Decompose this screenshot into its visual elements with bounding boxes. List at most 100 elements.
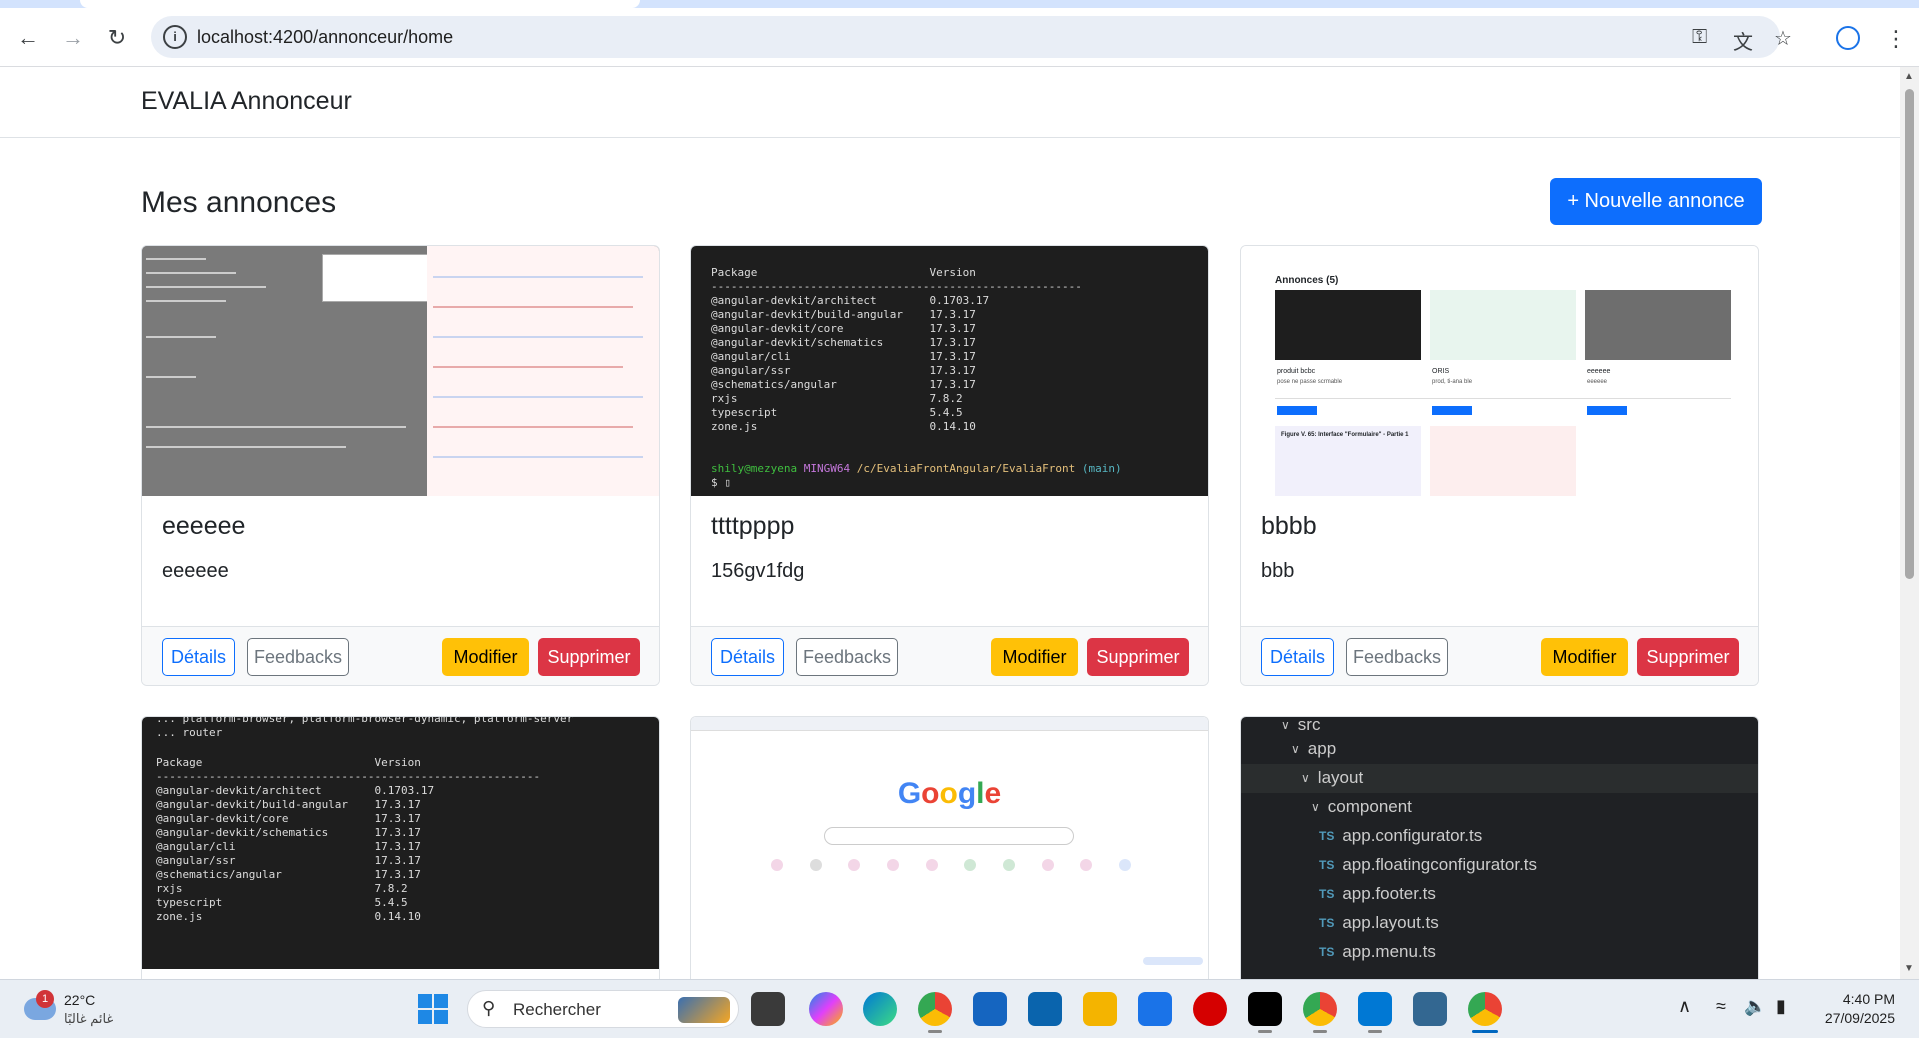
page-scrollbar[interactable]: ▲ ▼ (1900, 67, 1919, 979)
details-button[interactable]: Détails (711, 638, 784, 676)
tree-file[interactable]: TS app.footer.ts (1319, 884, 1436, 904)
notification-badge: 1 (36, 990, 54, 1008)
shortcut-icon (1080, 859, 1093, 871)
shortcut-icon (925, 859, 938, 871)
chrome-active-icon[interactable] (1468, 992, 1502, 1026)
shortcut-icon (1041, 859, 1054, 871)
modify-button[interactable]: Modifier (442, 638, 529, 676)
terminal-row: @angular/ssr 17.3.17 (711, 364, 976, 377)
star-icon[interactable]: ☆ (1774, 26, 1792, 51)
typescript-icon: TS (1319, 945, 1335, 959)
chrome-icon[interactable] (918, 992, 952, 1026)
weather-widget[interactable]: 1 22°C غائم غالبًا (20, 990, 140, 1030)
terminal-row: @angular-devkit/architect 0.1703.17 (711, 294, 990, 307)
card-text: bbb (1261, 560, 1295, 582)
kebab-menu-icon[interactable]: ⋮ (1885, 26, 1907, 52)
forward-icon[interactable]: → (57, 22, 89, 54)
details-button[interactable]: Détails (1261, 638, 1334, 676)
brand[interactable]: EVALIA Annonceur (141, 87, 352, 116)
profile-icon[interactable] (1836, 26, 1860, 50)
mini-thumb (1275, 290, 1421, 360)
announcement-card: Google (690, 716, 1209, 979)
delete-button[interactable]: Supprimer (538, 638, 640, 676)
google-logo-letter: G (897, 777, 922, 810)
scroll-thumb[interactable] (1905, 89, 1914, 579)
vscode-icon[interactable] (1358, 992, 1392, 1026)
terminal-pre-line: ... platform-browser, platform-browser-d… (156, 717, 574, 725)
search-highlight-image (678, 997, 730, 1023)
mini-line (146, 446, 346, 448)
tree-file[interactable]: TS app.configurator.ts (1319, 826, 1482, 846)
tree-folder[interactable]: ∨ app (1291, 739, 1336, 759)
typescript-icon: TS (1319, 858, 1335, 872)
taskbar-search[interactable]: ⚲ Rechercher (467, 990, 739, 1028)
typescript-icon: TS (1319, 829, 1335, 843)
scroll-down-icon[interactable]: ▼ (1904, 963, 1914, 974)
mini-caption: Figure V. 65: Interface "Formulaire" - P… (1281, 432, 1409, 438)
outlook-icon[interactable] (1028, 992, 1062, 1026)
terminal-row: @angular-devkit/schematics 17.3.17 (156, 826, 421, 839)
edge-icon[interactable] (863, 992, 897, 1026)
volume-icon[interactable]: 🔈 (1744, 996, 1766, 1017)
tree-label: app.footer.ts (1342, 884, 1436, 903)
shortcut-icon (771, 859, 783, 871)
card-footer: Détails Feedbacks Modifier Supprimer (142, 626, 659, 685)
battery-icon[interactable]: ▮ (1776, 996, 1786, 1017)
tree-file[interactable]: TS app.menu.ts (1319, 942, 1436, 962)
terminal-header: Package Version (156, 756, 421, 769)
mini-btn (1432, 406, 1472, 415)
tree-file[interactable]: TS app.floatingconfigurator.ts (1319, 855, 1537, 875)
intellij-icon[interactable] (1248, 992, 1282, 1026)
mini-line (146, 336, 216, 338)
prompt-branch: (main) (1081, 462, 1122, 475)
copilot-icon[interactable] (809, 992, 843, 1026)
azure-data-studio-icon[interactable] (973, 992, 1007, 1026)
typescript-icon: TS (1319, 887, 1335, 901)
feedbacks-button[interactable]: Feedbacks (247, 638, 349, 676)
address-bar[interactable]: i localhost:4200/annonceur/home ⚿ 文 ☆ (151, 16, 1792, 58)
system-clock[interactable]: 4:40 PM 27/09/2025 (1815, 990, 1895, 1028)
chevron-down-icon: ∨ (1291, 742, 1300, 756)
microsoft-store-icon[interactable] (1138, 992, 1172, 1026)
file-explorer-icon[interactable] (1083, 992, 1117, 1026)
mini-item-name: ORIS (1432, 368, 1450, 375)
delete-button[interactable]: Supprimer (1087, 638, 1189, 676)
reload-icon[interactable]: ↻ (101, 22, 133, 54)
info-icon[interactable]: i (163, 25, 187, 49)
task-view-icon[interactable] (751, 992, 785, 1026)
shortcut-icon (809, 859, 822, 871)
translate-icon[interactable]: 文 (1733, 26, 1753, 55)
details-button[interactable]: Détails (162, 638, 235, 676)
browser-chrome: ← → ↻ i localhost:4200/annonceur/home ⚿ … (0, 0, 1919, 67)
chevron-up-icon[interactable]: ∧ (1678, 996, 1691, 1017)
tree-file[interactable]: TS app.layout.ts (1319, 913, 1439, 933)
announcement-card: ∨ src ∨ app ∨ layout ∨ component TS app.confi… (1240, 716, 1759, 979)
active-tab[interactable] (80, 0, 640, 8)
mini-line (146, 426, 406, 428)
terminal-row: @schematics/angular 17.3.17 (156, 868, 421, 881)
modify-button[interactable]: Modifier (991, 638, 1078, 676)
feedbacks-button[interactable]: Feedbacks (1346, 638, 1448, 676)
tree-folder[interactable]: ∨ component (1311, 797, 1412, 817)
running-indicator (928, 1030, 942, 1033)
scroll-up-icon[interactable]: ▲ (1904, 71, 1914, 82)
windows-start-icon[interactable] (418, 994, 448, 1024)
tree-folder[interactable]: ∨ src (1281, 717, 1320, 735)
opera-icon[interactable] (1193, 992, 1227, 1026)
card-title: ttttpppp (711, 512, 795, 540)
tree-folder[interactable]: ∨ layout (1301, 768, 1363, 788)
url-text[interactable]: localhost:4200/annonceur/home (197, 27, 453, 48)
delete-button[interactable]: Supprimer (1637, 638, 1739, 676)
new-announcement-button[interactable]: + Nouvelle annonce (1550, 178, 1762, 225)
chevron-down-icon: ∨ (1301, 771, 1310, 785)
chrome-profile-icon[interactable] (1303, 992, 1337, 1026)
wifi-icon[interactable]: ≈ (1716, 996, 1726, 1017)
prompt-user: shily@mezyena (711, 462, 798, 475)
feedbacks-button[interactable]: Feedbacks (796, 638, 898, 676)
shortcut-icon (1002, 859, 1015, 871)
key-icon[interactable]: ⚿ (1692, 26, 1707, 49)
back-icon[interactable]: ← (12, 22, 44, 54)
pgadmin-icon[interactable] (1413, 992, 1447, 1026)
modify-button[interactable]: Modifier (1541, 638, 1628, 676)
google-logo-letter: o (939, 777, 958, 810)
